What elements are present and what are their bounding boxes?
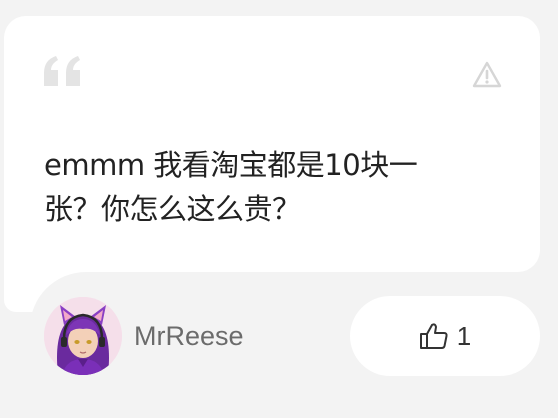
warning-icon[interactable] <box>472 61 502 94</box>
avatar[interactable] <box>44 297 122 375</box>
comment-text: emmm 我看淘宝都是10块一张？你怎么这么贵？ <box>44 148 418 226</box>
author-info[interactable]: MrReese <box>44 297 244 375</box>
thumbs-up-icon <box>419 322 449 350</box>
quote-icon <box>44 56 82 91</box>
like-button[interactable]: 1 <box>350 296 540 376</box>
author-name[interactable]: MrReese <box>134 321 244 352</box>
like-count: 1 <box>456 320 472 351</box>
